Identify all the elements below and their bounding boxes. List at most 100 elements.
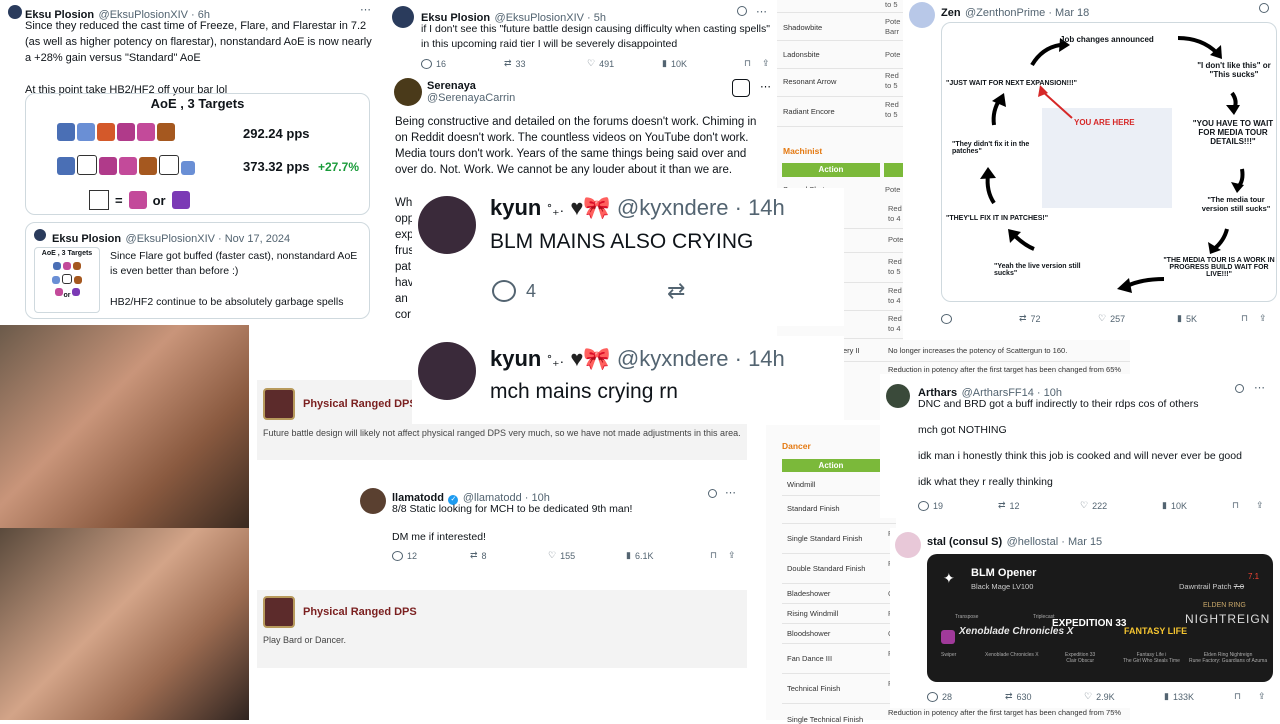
cycle-media-tour: "YOU HAVE TO WAIT FOR MEDIA TOUR DETAILS… xyxy=(1192,119,1274,146)
blm-opener-card: ✦ BLM Opener Black Mage LV100 Dawntrail … xyxy=(927,554,1273,682)
cycle-next-expansion: "JUST WAIT FOR NEXT EXPANSION!!!" xyxy=(946,80,1077,87)
tweet-text: 8/8 Static looking for MCH to be dedicat… xyxy=(392,503,633,544)
author-name[interactable]: kyun xyxy=(490,195,541,220)
like-button[interactable]: ♡ 222 xyxy=(1080,500,1162,511)
retweet-icon: ⇄ xyxy=(1019,313,1027,323)
tweet-zen[interactable]: Zen @ZenthonPrime · Mar 18 Job changes a… xyxy=(903,0,1280,330)
game-fantasy-life: FANTASY LIFE xyxy=(1124,626,1188,636)
reply-button[interactable]: 19 xyxy=(918,500,998,511)
grok-icon[interactable] xyxy=(1259,3,1269,13)
retweet-button[interactable]: ⇄ 33 xyxy=(504,58,587,69)
more-icon[interactable]: ⋯ xyxy=(760,80,771,93)
author-handle: @ZenthonPrime · Mar 18 xyxy=(965,7,1090,19)
grok-icon[interactable] xyxy=(737,6,747,16)
machinist-heading: Machinist xyxy=(783,146,823,156)
views-button[interactable]: ▮ 6.1K xyxy=(626,550,710,561)
share-button[interactable]: ⇪ xyxy=(1256,500,1264,511)
caption-expedition: Expedition 33 Clair Obscur xyxy=(1065,652,1096,664)
tweet-llamatodd[interactable]: llamatodd ✓ @llamatodd · 10h ⋯ 8/8 Stati… xyxy=(357,480,747,572)
retweet-button[interactable]: ⇄ 72 xyxy=(1019,313,1098,324)
retweet-icon: ⇄ xyxy=(504,58,512,68)
tweet-kyun-blm[interactable]: kyun ˚₊· ♥🎀 @kyxndere · 14h BLM MAINS AL… xyxy=(412,188,844,326)
avatar[interactable] xyxy=(418,342,476,400)
like-button[interactable]: ♡ 155 xyxy=(548,550,626,561)
author-name[interactable]: kyun xyxy=(490,346,541,371)
author-name[interactable]: Serenaya xyxy=(427,80,476,92)
tweet-kyun-mch[interactable]: kyun ˚₊· ♥🎀 @kyxndere · 14h mch mains cr… xyxy=(412,336,844,424)
cycle-live-sucks: "Yeah the live version still sucks" xyxy=(994,263,1081,277)
card-subtitle: Black Mage LV100 xyxy=(971,582,1034,591)
bookmark-button[interactable]: ⊓ xyxy=(1232,500,1256,511)
share-button[interactable]: ⇪ xyxy=(762,58,770,69)
quote-thumbnail: AoE , 3 Targets or xyxy=(34,247,100,313)
reply-button[interactable]: 4 xyxy=(492,280,536,302)
like-button[interactable]: ♡ 491 xyxy=(587,58,662,69)
patch-number-new: 7.1 xyxy=(1248,572,1260,581)
author-handle: @EksuPlosionXIV · Nov 17, 2024 xyxy=(125,233,291,245)
retweet-button[interactable]: ⇄ 12 xyxy=(998,500,1080,511)
avatar[interactable] xyxy=(418,196,476,254)
tweet-actions: ⇄ 72 ♡ 257 ▮ 5K ⊓ ⇪ xyxy=(941,313,1277,324)
tweet-arthars[interactable]: Arthars @ArtharsFF14 · 10h ⋯ DNC and BRD… xyxy=(880,374,1280,518)
tweet-eksu-raid[interactable]: Eksu Plosion @EksuPlosionXIV · 5h ⋯ if I… xyxy=(388,0,776,74)
reply-icon xyxy=(392,550,403,561)
more-icon[interactable]: ⋯ xyxy=(1254,381,1265,394)
avatar[interactable] xyxy=(8,5,22,19)
tweet-actions: 16 ⇄ 33 ♡ 491 ▮ 10K ⊓ ⇪ xyxy=(421,58,771,69)
author-handle: @SerenayaCarrin xyxy=(427,92,516,104)
retweet-button[interactable]: ⇄ xyxy=(667,278,685,304)
grok-icon[interactable] xyxy=(732,79,750,97)
avatar[interactable] xyxy=(392,6,414,28)
tweet-text: DNC and BRD got a buff indirectly to the… xyxy=(918,398,1242,488)
dancer-table: Dancer Action Windmill Standard FinishR … xyxy=(766,425,896,724)
retweet-icon: ⇄ xyxy=(998,500,1006,510)
like-button[interactable]: ♡ 257 xyxy=(1098,313,1177,324)
views-button[interactable]: ▮ 10K xyxy=(662,58,744,69)
reply-button[interactable]: 12 xyxy=(392,550,470,561)
heart-icon: ♡ xyxy=(1098,313,1107,323)
retweet-button[interactable]: ⇄ 630 xyxy=(1005,691,1084,702)
avatar[interactable] xyxy=(886,384,910,408)
bookmark-button[interactable]: ⊓ xyxy=(744,58,762,69)
reply-icon xyxy=(941,313,952,324)
author-name[interactable]: Zen xyxy=(941,7,961,19)
quote-tweet[interactable]: Eksu Plosion @EksuPlosionXIV · Nov 17, 2… xyxy=(25,222,370,319)
heart-icon: ♡ xyxy=(1080,500,1089,510)
avatar[interactable] xyxy=(360,488,386,514)
avatar[interactable] xyxy=(909,2,935,28)
bookmark-button[interactable]: ⊓ xyxy=(1241,313,1259,324)
like-button[interactable]: ♡ 2.9K xyxy=(1084,691,1164,702)
views-icon: ▮ xyxy=(1164,691,1169,701)
bookmark-button[interactable]: ⊓ xyxy=(1234,691,1258,702)
reply-button[interactable]: 16 xyxy=(421,58,504,69)
share-button[interactable]: ⇪ xyxy=(1259,313,1267,324)
reply-button[interactable] xyxy=(941,313,1019,324)
heart-emoji: ♥ xyxy=(570,195,584,220)
views-button[interactable]: ▮ 133K xyxy=(1164,691,1234,702)
views-button[interactable]: ▮ 10K xyxy=(1162,500,1232,511)
more-icon[interactable]: ⋯ xyxy=(756,5,767,18)
views-button[interactable]: ▮ 5K xyxy=(1177,313,1241,324)
reply-icon xyxy=(492,280,516,302)
caption-fantasy-life: Fantasy Life i The Girl Who Steals Time xyxy=(1123,652,1180,664)
more-icon[interactable]: ⋯ xyxy=(360,3,371,16)
tweet-stal[interactable]: stal (consul S) @hellostal · Mar 15 ✦ BL… xyxy=(890,528,1280,708)
tweet-eksu-aoe[interactable]: Eksu Plosion @EksuPlosionXIV · 6h ⋯ Sinc… xyxy=(0,0,380,325)
views-icon: ▮ xyxy=(662,58,667,68)
author-name[interactable]: stal (consul S) xyxy=(927,536,1002,548)
tweet-actions: 19 ⇄ 12 ♡ 222 ▮ 10K ⊓ ⇪ xyxy=(918,500,1278,511)
grok-icon[interactable] xyxy=(708,489,717,498)
grok-icon[interactable] xyxy=(1235,384,1244,393)
share-button[interactable]: ⇪ xyxy=(728,550,736,561)
author-handle: @hellostal · Mar 15 xyxy=(1006,536,1103,548)
bookmark-button[interactable]: ⊓ xyxy=(710,550,728,561)
cycle-didnt-fix: "They didn't fix it in the patches" xyxy=(952,141,1030,155)
avatar[interactable] xyxy=(394,78,422,106)
dps-title: Physical Ranged DPS xyxy=(303,606,417,618)
patch-label: Dawntrail Patch xyxy=(1179,582,1232,591)
avatar[interactable] xyxy=(895,532,921,558)
retweet-button[interactable]: ⇄ 8 xyxy=(470,550,548,561)
reply-button[interactable]: 28 xyxy=(927,691,1005,702)
share-button[interactable]: ⇪ xyxy=(1258,691,1266,702)
more-icon[interactable]: ⋯ xyxy=(725,486,736,499)
